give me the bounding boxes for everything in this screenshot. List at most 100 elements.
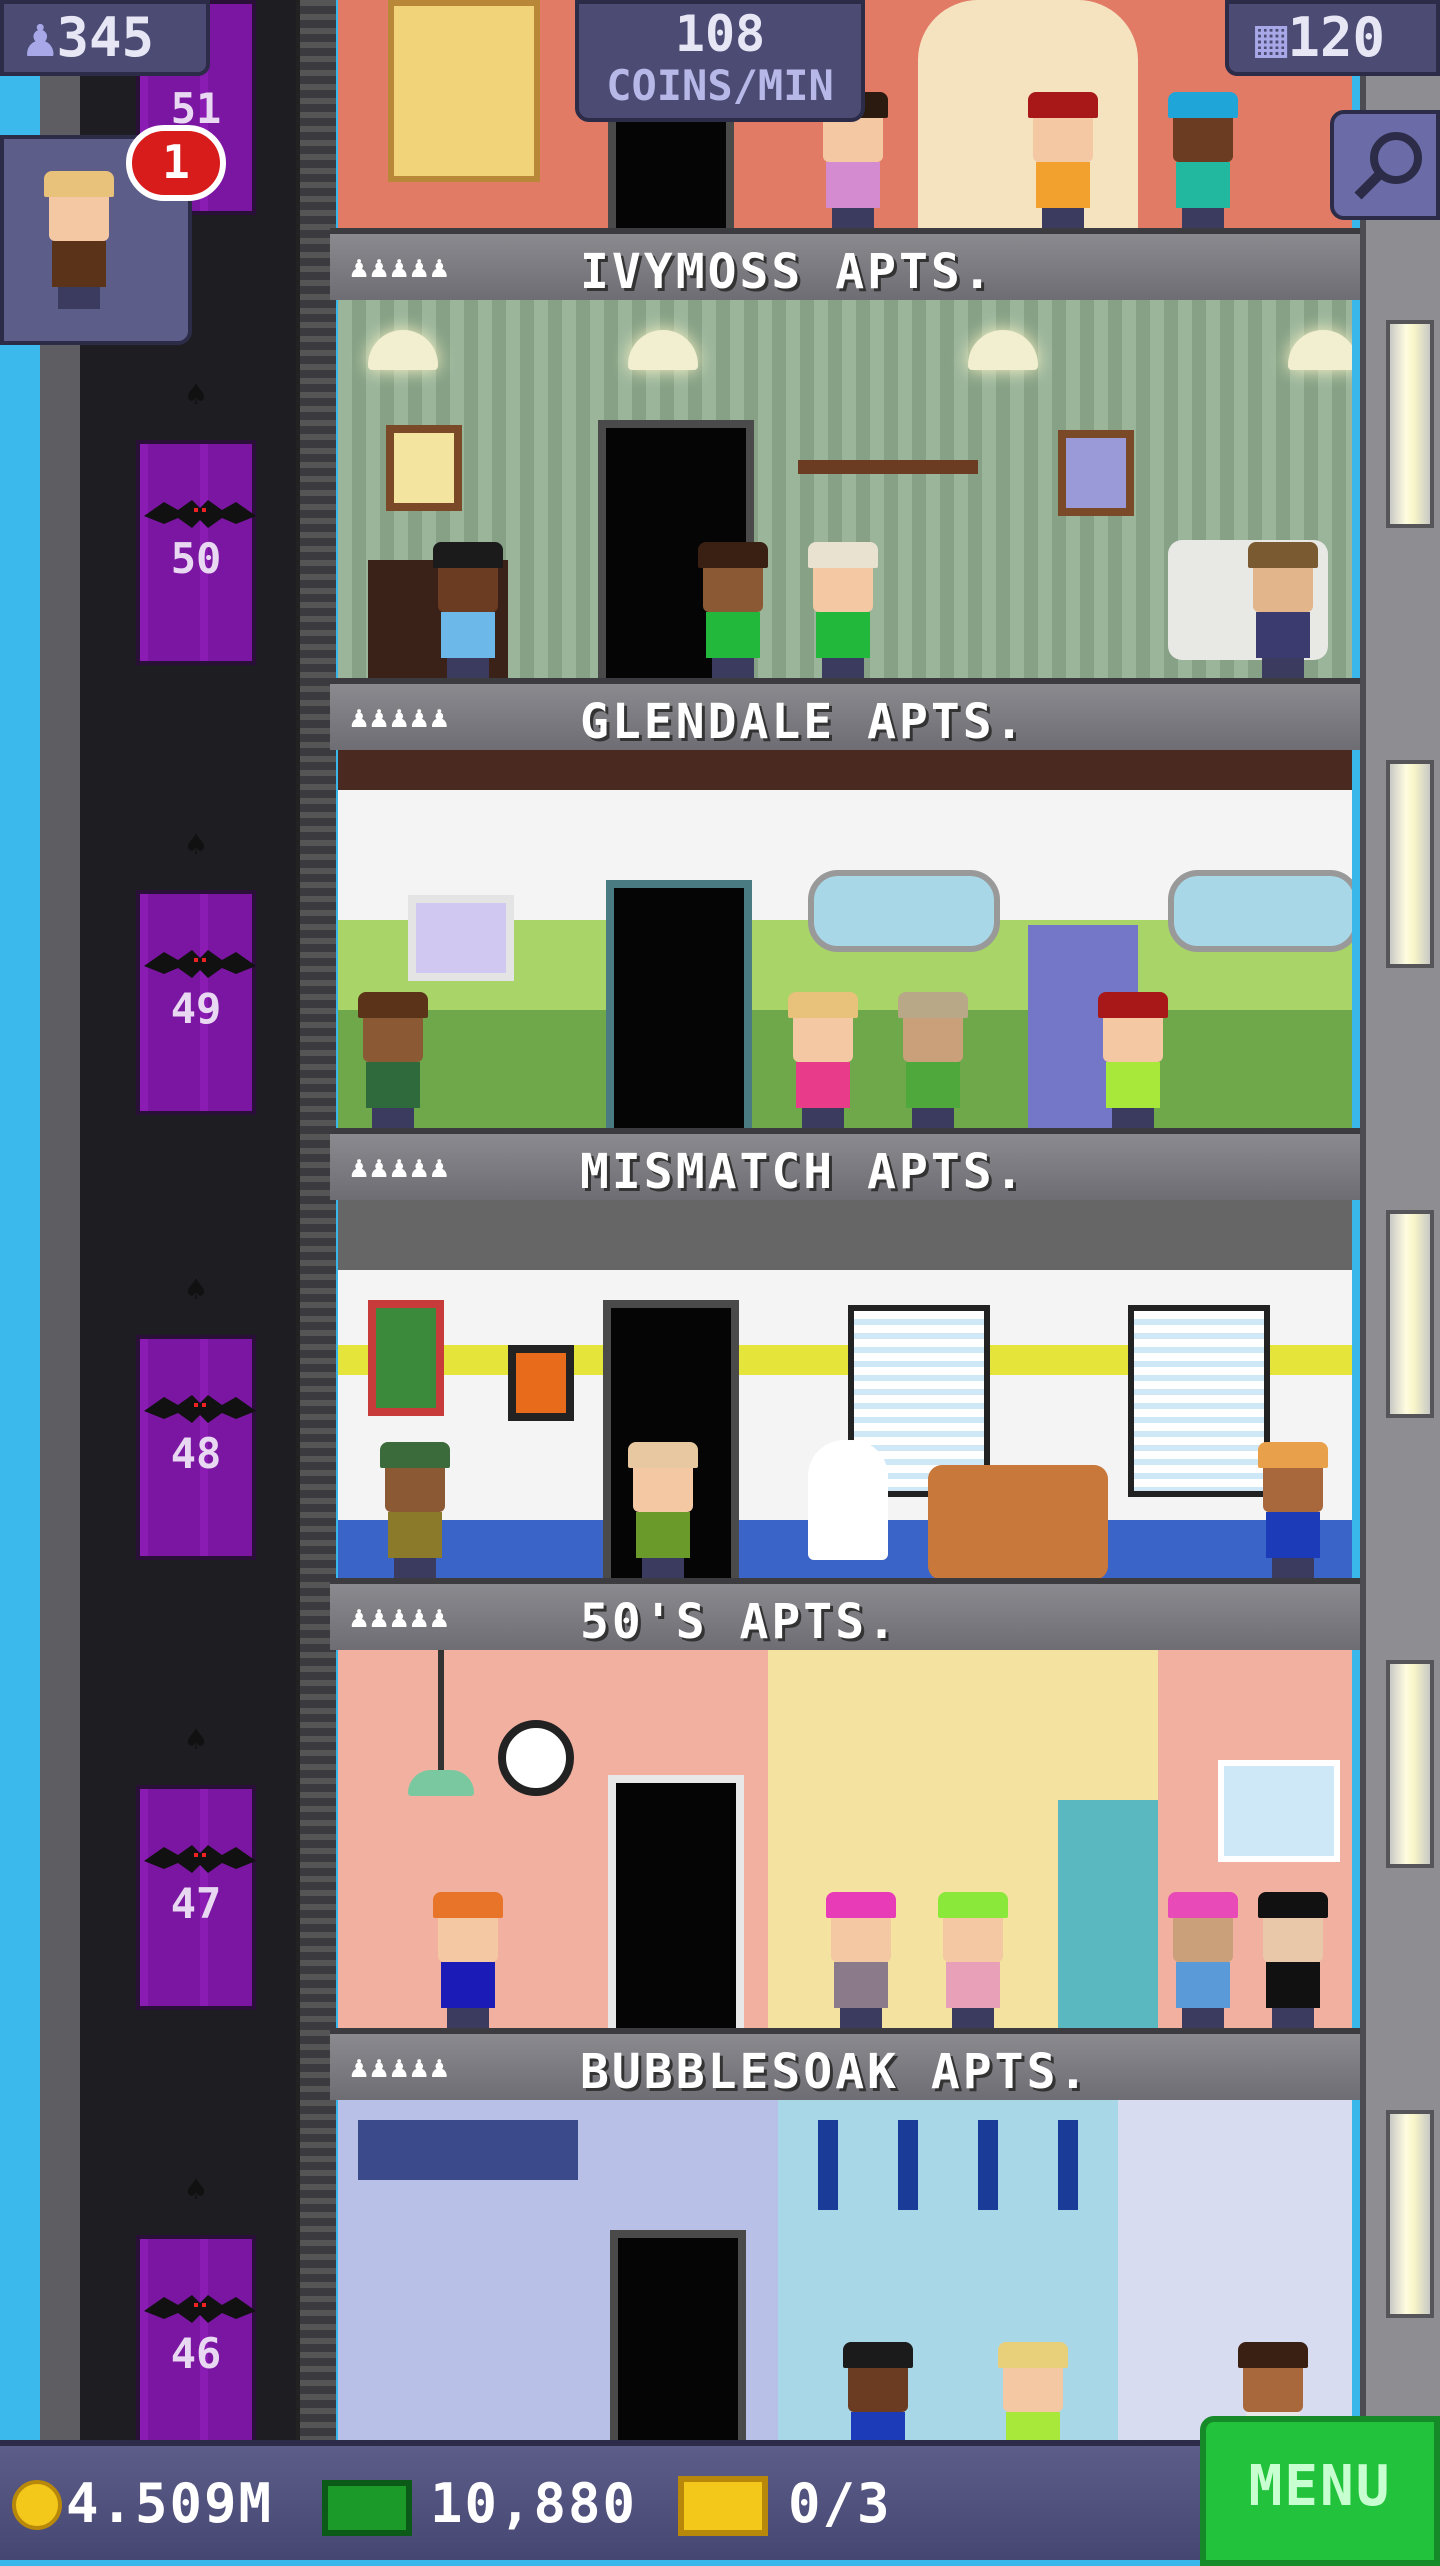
building-icon: ▦ xyxy=(1255,6,1288,69)
bat-icon xyxy=(144,1395,256,1423)
resident[interactable] xyxy=(898,992,968,1130)
bat-icon xyxy=(144,2295,256,2323)
floor-label-bar[interactable]: ♟♟♟♟♟ IVYMOSS APTS. xyxy=(330,228,1360,300)
ceiling-lamp-icon xyxy=(628,330,698,370)
resident[interactable] xyxy=(938,1892,1008,2030)
resident[interactable] xyxy=(808,542,878,680)
lit-window xyxy=(1386,320,1434,528)
floor-label-bar[interactable]: ♟♟♟♟♟ BUBBLESOAK APTS. xyxy=(330,2028,1360,2100)
resident[interactable] xyxy=(433,542,503,680)
shower-head xyxy=(358,2120,578,2180)
lit-window xyxy=(1386,1660,1434,1868)
resident-slots-icon: ♟♟♟♟♟ xyxy=(350,1600,451,1635)
floor-50[interactable]: ♟♟♟♟♟ GLENDALE APTS. xyxy=(330,300,1360,750)
window xyxy=(808,870,1000,952)
ceiling-lamp-icon xyxy=(968,330,1038,370)
room-glendale[interactable] xyxy=(338,300,1352,680)
picture-frame xyxy=(508,1345,574,1421)
pendant-lamp-icon xyxy=(408,1770,474,1796)
clock-icon xyxy=(498,1720,574,1796)
elevator-floor-number: 50 xyxy=(170,534,222,583)
resident[interactable] xyxy=(788,992,858,1130)
search-button[interactable] xyxy=(1330,110,1440,220)
resident[interactable] xyxy=(1248,542,1318,680)
resident[interactable] xyxy=(826,1892,896,2030)
person-icon: ♟ xyxy=(24,6,57,69)
sofa xyxy=(928,1465,1108,1580)
floor-48[interactable]: ♟♟♟♟♟ 50'S APTS. xyxy=(330,1200,1360,1650)
bat-ornament-icon: ♠ xyxy=(185,1270,207,1310)
ticket-icon xyxy=(678,2476,768,2536)
room-mismatch[interactable] xyxy=(338,750,1352,1130)
room-door xyxy=(606,880,752,1130)
elevator-shaft xyxy=(80,0,330,2440)
window xyxy=(1218,1760,1340,1862)
floor-name: 50'S APTS. xyxy=(580,1594,899,1650)
refrigerator xyxy=(1058,1800,1158,2030)
tower: ♟♟♟♟♟ IVYMOSS APTS. ♟♟♟♟♟ GLENDALE APTS. xyxy=(330,0,1360,2480)
bookshelf xyxy=(798,460,978,474)
picture-frame xyxy=(408,895,514,981)
resident[interactable] xyxy=(1028,92,1098,230)
population-counter[interactable]: ♟345 xyxy=(0,0,210,76)
menu-button[interactable]: MENU xyxy=(1200,2416,1440,2566)
room-50s[interactable] xyxy=(338,1200,1352,1580)
window xyxy=(1168,870,1352,952)
resident[interactable] xyxy=(358,992,428,1130)
bat-ornament-icon: ♠ xyxy=(185,825,207,865)
bux-value[interactable]: 10,880 xyxy=(430,2472,637,2535)
floor-49[interactable]: ♟♟♟♟♟ MISMATCH APTS. xyxy=(330,750,1360,1200)
bottom-hud: 4.509M 10,880 0/3 MENU xyxy=(0,2416,1440,2566)
sky-background xyxy=(0,0,40,2560)
elevator-car-50[interactable]: 50 xyxy=(136,440,256,665)
elevator-floor-number: 46 xyxy=(170,2329,222,2378)
magnifier-icon xyxy=(1354,132,1422,200)
elevator-floor-number: 47 xyxy=(170,1879,222,1928)
floors-counter[interactable]: ▦120 xyxy=(1225,0,1440,76)
notification-badge[interactable]: 1 xyxy=(126,125,226,201)
resident[interactable] xyxy=(1098,992,1168,1130)
room-door xyxy=(608,1775,744,2030)
room-bath[interactable] xyxy=(338,2100,1352,2480)
tickets-value[interactable]: 0/3 xyxy=(788,2472,892,2535)
pendant-lights-icon xyxy=(818,2120,1118,2210)
floor-label-bar[interactable]: ♟♟♟♟♟ GLENDALE APTS. xyxy=(330,678,1360,750)
ceiling-lamp-icon xyxy=(1288,330,1352,370)
resident[interactable] xyxy=(1168,92,1238,230)
bat-icon xyxy=(144,950,256,978)
tower-right-column xyxy=(1360,0,1440,2440)
elevator-car-49[interactable]: 49 xyxy=(136,890,256,1115)
resident[interactable] xyxy=(433,1892,503,2030)
bat-ornament-icon: ♠ xyxy=(185,1720,207,1760)
floor-label-bar[interactable]: ♟♟♟♟♟ 50'S APTS. xyxy=(330,1578,1360,1650)
resident[interactable] xyxy=(1258,1892,1328,2030)
lit-window xyxy=(1386,1210,1434,1418)
resident[interactable] xyxy=(1168,1892,1238,2030)
resident[interactable] xyxy=(698,542,768,680)
resident-slots-icon: ♟♟♟♟♟ xyxy=(350,2050,451,2085)
coin-icon xyxy=(12,2480,62,2530)
elevator-car-47[interactable]: 47 xyxy=(136,1785,256,2010)
pendant-cord xyxy=(438,1650,444,1770)
floor-47[interactable]: ♟♟♟♟♟ BUBBLESOAK APTS. xyxy=(330,1650,1360,2100)
resident[interactable] xyxy=(628,1442,698,1580)
elevator-floor-number: 49 xyxy=(170,984,222,1033)
lit-window xyxy=(1386,760,1434,968)
cash-icon xyxy=(322,2480,412,2536)
picture-frame xyxy=(386,425,462,511)
ghost-resident[interactable] xyxy=(808,1440,888,1560)
elevator-car-46[interactable]: 46 xyxy=(136,2235,256,2460)
elevator-car-48[interactable]: 48 xyxy=(136,1335,256,1560)
resident-slots-icon: ♟♟♟♟♟ xyxy=(350,700,451,735)
floor-label-bar[interactable]: ♟♟♟♟♟ MISMATCH APTS. xyxy=(330,1128,1360,1200)
bat-ornament-icon: ♠ xyxy=(185,2170,207,2210)
coins-value[interactable]: 4.509M xyxy=(66,2472,273,2535)
resident[interactable] xyxy=(1258,1442,1328,1580)
elevator-floor-number: 48 xyxy=(170,1429,222,1478)
room-bubblesoak[interactable] xyxy=(338,1650,1352,2030)
resident[interactable] xyxy=(380,1442,450,1580)
rug-wall-hanging xyxy=(388,0,540,182)
floors-value: 120 xyxy=(1287,6,1386,69)
ceiling-lamp-icon xyxy=(368,330,438,370)
floor-name: GLENDALE APTS. xyxy=(580,694,1027,750)
